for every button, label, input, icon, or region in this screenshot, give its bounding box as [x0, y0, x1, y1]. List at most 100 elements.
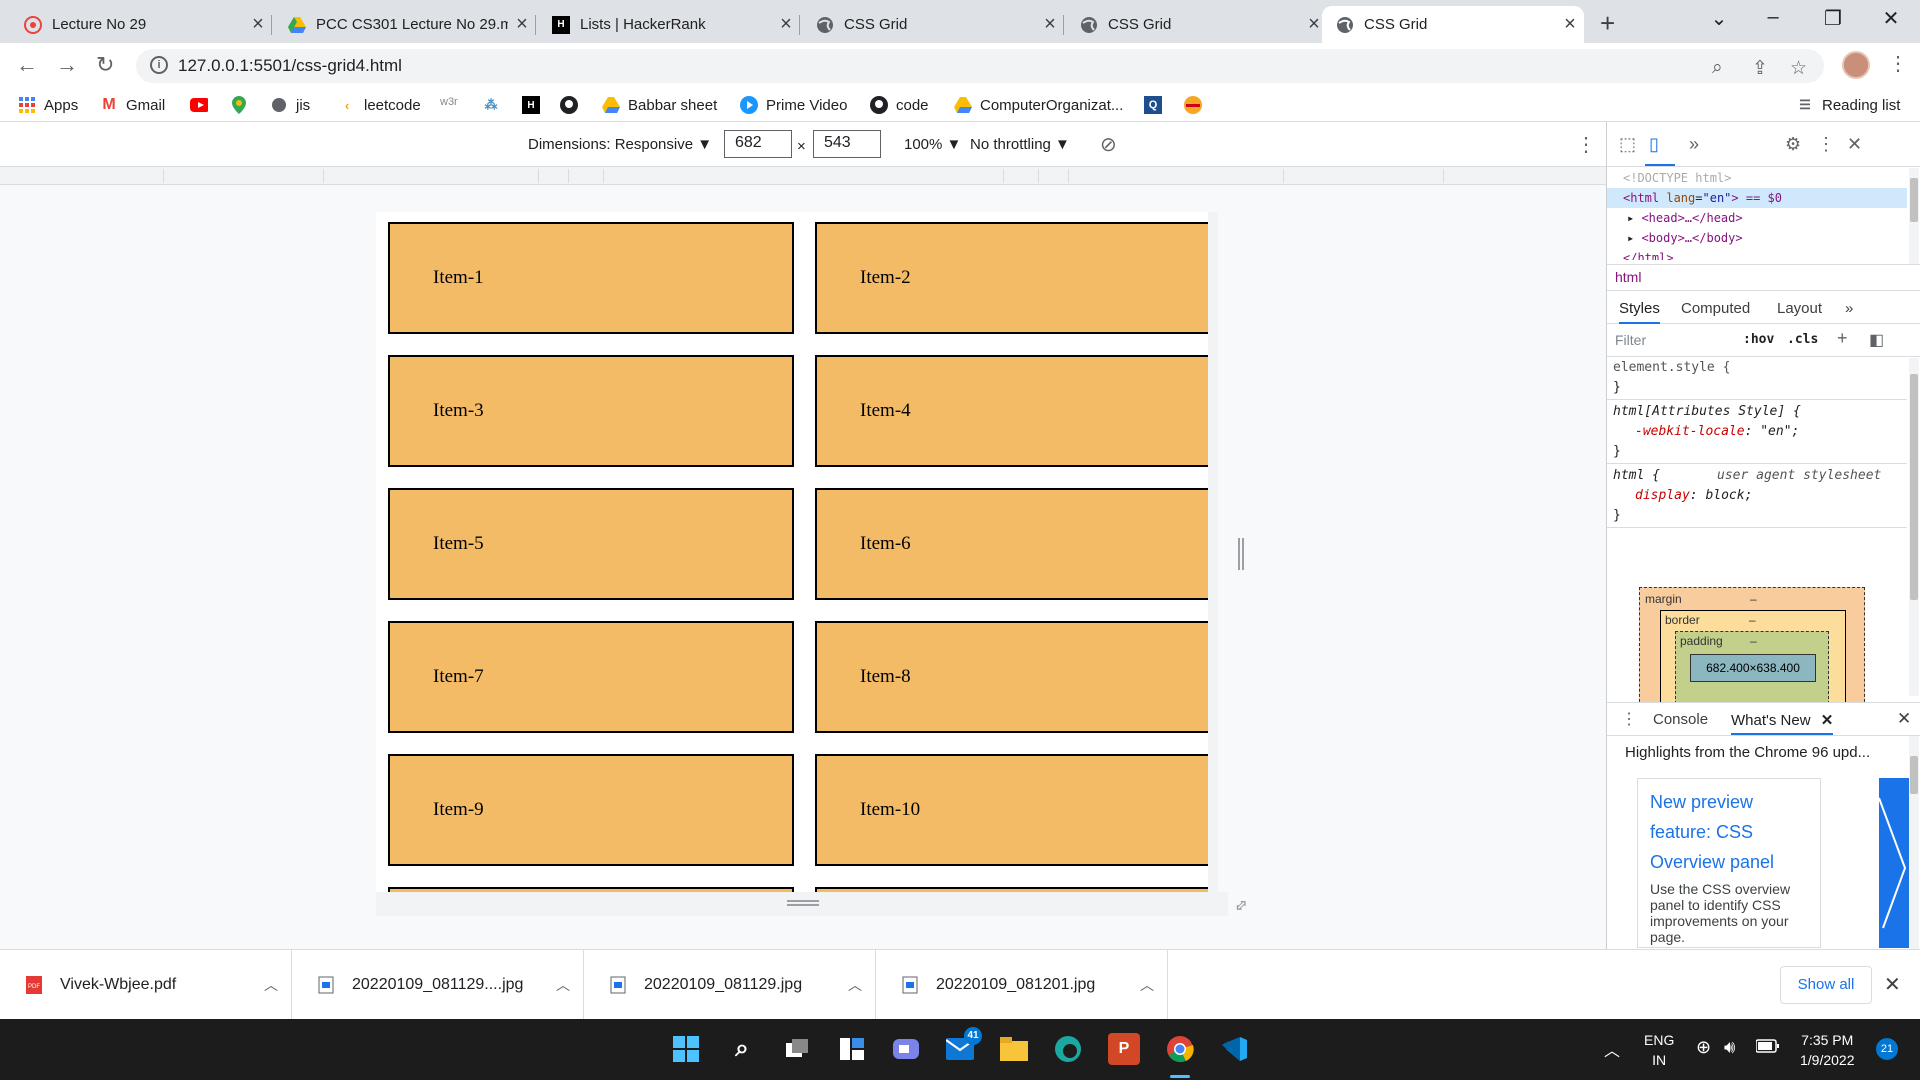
cls-toggle[interactable]: .cls	[1787, 332, 1818, 347]
whats-new-card[interactable]: New preview feature: CSS Overview panel …	[1637, 778, 1821, 948]
chrome-menu-icon[interactable]: ⋮	[1888, 51, 1908, 76]
tab-pcc[interactable]: PCC CS301 Lecture No 29.m ×	[274, 6, 536, 43]
bookmark-maps[interactable]	[230, 96, 256, 114]
computed-sidebar-icon[interactable]: ◧	[1869, 330, 1884, 350]
download-item[interactable]: 20220109_081129....jpg ︿	[292, 950, 584, 1020]
zoom-icon[interactable]: ⌕	[1712, 57, 1723, 79]
viewport-width-input[interactable]: 682	[724, 130, 792, 158]
bookmark-hackerrank[interactable]: H	[522, 96, 548, 114]
chevron-up-icon[interactable]: ︿	[1127, 975, 1167, 995]
language-indicator[interactable]: ENG IN	[1644, 1030, 1674, 1070]
close-devtools-icon[interactable]: ✕	[1847, 134, 1862, 155]
doctype-node[interactable]: <!DOCTYPE html>	[1607, 168, 1907, 188]
close-icon[interactable]: ×	[508, 13, 536, 36]
site-info-icon[interactable]: i	[150, 56, 168, 74]
bookmark-burger[interactable]	[1184, 96, 1210, 114]
vscode-icon[interactable]	[1218, 1033, 1250, 1065]
widgets-icon[interactable]	[836, 1033, 868, 1065]
close-drawer-icon[interactable]: ✕	[1897, 709, 1911, 729]
close-window-icon[interactable]: ✕	[1868, 6, 1914, 31]
close-icon[interactable]: ×	[1036, 13, 1064, 36]
tab-layout[interactable]: Layout	[1777, 300, 1822, 317]
new-rule-icon[interactable]: +	[1837, 328, 1848, 349]
dimensions-dropdown[interactable]: Dimensions: Responsive ▼	[528, 136, 712, 153]
inspect-icon[interactable]: ⬚	[1619, 134, 1636, 155]
devtools-menu-icon[interactable]: ⋮	[1817, 134, 1835, 155]
forward-icon[interactable]: →	[56, 52, 78, 78]
bookmark-apps[interactable]: Apps	[18, 96, 78, 114]
show-hidden-icons-icon[interactable]: ︿	[1604, 1037, 1620, 1061]
mail-icon[interactable]: 41	[944, 1027, 982, 1065]
tab-search-icon[interactable]: ⌄	[1696, 6, 1742, 31]
tab-console[interactable]: Console	[1653, 711, 1708, 728]
back-icon[interactable]: ←	[16, 52, 38, 78]
powerpoint-icon[interactable]: P	[1108, 1033, 1140, 1065]
show-all-button[interactable]: Show all	[1780, 966, 1872, 1004]
throttling-dropdown[interactable]: No throttling ▼	[970, 136, 1070, 153]
bookmark-code[interactable]: code	[870, 96, 929, 114]
network-icon[interactable]: ⊕	[1696, 1037, 1711, 1058]
search-icon[interactable]: ⌕	[726, 1033, 758, 1065]
chevron-up-icon[interactable]: ︿	[251, 975, 291, 995]
new-tab-icon[interactable]: +	[1600, 8, 1615, 39]
task-view-icon[interactable]	[782, 1033, 814, 1065]
download-item[interactable]: 20220109_081201.jpg ︿	[876, 950, 1168, 1020]
rule-html-ua[interactable]: html {user agent stylesheet display: blo…	[1607, 466, 1907, 528]
settings-gear-icon[interactable]: ⚙	[1785, 134, 1801, 155]
card-title-line[interactable]: Overview panel	[1650, 847, 1808, 877]
bookmark-jis[interactable]: jis	[270, 96, 310, 114]
card-title-line[interactable]: New preview	[1650, 787, 1808, 817]
download-item[interactable]: PDF Vivek-Wbjee.pdf ︿	[0, 950, 292, 1020]
bookmark-computer-organization[interactable]: ComputerOrganizat...	[954, 96, 1123, 114]
rule-element-style[interactable]: element.style { }	[1607, 358, 1907, 400]
bookmark-github[interactable]	[560, 96, 586, 114]
tab-styles[interactable]: Styles	[1619, 300, 1660, 324]
drawer-scrollbar[interactable]	[1909, 736, 1919, 949]
more-panels-icon[interactable]: »	[1689, 134, 1699, 155]
close-shelf-icon[interactable]: ✕	[1884, 972, 1901, 997]
resize-handle-bottom[interactable]	[787, 900, 819, 906]
address-bar[interactable]: i 127.0.0.1:5501/css-grid4.html ⌕ ⇪ ☆	[136, 49, 1824, 83]
battery-icon[interactable]	[1755, 1039, 1780, 1057]
bookmark-leetcode[interactable]: ‹ leetcode	[338, 96, 421, 114]
teams-chat-icon[interactable]	[890, 1033, 922, 1065]
drawer-menu-icon[interactable]: ⋮	[1621, 709, 1637, 729]
windows-start-icon[interactable]	[670, 1033, 702, 1065]
bookmark-star-icon[interactable]: ☆	[1790, 57, 1807, 80]
rotate-icon[interactable]: ⊘	[1100, 132, 1117, 157]
chrome-icon[interactable]	[1164, 1033, 1196, 1065]
tab-more[interactable]: »	[1845, 300, 1853, 317]
restore-icon[interactable]: ❐	[1810, 6, 1856, 31]
close-icon[interactable]: ×	[244, 13, 272, 36]
bookmark-youtube[interactable]	[190, 96, 216, 114]
styles-scrollbar[interactable]	[1909, 358, 1919, 696]
device-toggle-icon[interactable]: ▯	[1649, 134, 1659, 155]
chevron-up-icon[interactable]: ︿	[543, 975, 583, 995]
bookmark-prime-video[interactable]: Prime Video	[740, 96, 847, 114]
share-icon[interactable]: ⇪	[1752, 57, 1768, 80]
file-explorer-icon[interactable]	[998, 1033, 1030, 1065]
bookmark-network[interactable]: ⁂	[482, 96, 508, 114]
hov-toggle[interactable]: :hov	[1743, 332, 1774, 347]
bookmark-babbar-sheet[interactable]: Babbar sheet	[602, 96, 717, 114]
filter-input[interactable]: Filter	[1615, 332, 1646, 348]
volume-icon[interactable]: 🔊︎	[1724, 1037, 1735, 1058]
tab-css-grid-active[interactable]: CSS Grid ×	[1322, 6, 1584, 43]
resize-handle-right[interactable]	[1238, 538, 1244, 570]
bookmark-search-page[interactable]: Q	[1144, 96, 1170, 114]
close-icon[interactable]: ×	[772, 13, 800, 36]
clock[interactable]: 7:35 PM 1/9/2022	[1800, 1030, 1855, 1070]
reading-list-button[interactable]: ☰ Reading list	[1796, 96, 1900, 114]
minimize-icon[interactable]: –	[1750, 6, 1796, 29]
avatar[interactable]	[1842, 51, 1870, 79]
tab-computed[interactable]: Computed	[1681, 300, 1750, 317]
download-item[interactable]: 20220109_081129.jpg ︿	[584, 950, 876, 1020]
zoom-dropdown[interactable]: 100% ▼	[904, 136, 961, 153]
body-node[interactable]: ▸ <body>…</body>	[1607, 228, 1907, 248]
elements-scrollbar[interactable]	[1909, 168, 1919, 264]
device-menu-icon[interactable]: ⋮	[1576, 132, 1596, 157]
close-icon[interactable]: ✕	[1821, 712, 1834, 729]
box-model-content[interactable]: 682.400×638.400	[1690, 654, 1816, 682]
tab-hackerrank[interactable]: H Lists | HackerRank ×	[538, 6, 800, 43]
notification-badge[interactable]: 21	[1876, 1038, 1898, 1060]
